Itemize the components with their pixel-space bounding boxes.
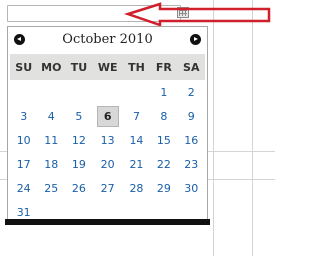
day-link[interactable]: 11 [41, 131, 61, 150]
day-cell[interactable]: 4 [37, 104, 65, 128]
annotation-arrow [123, 2, 271, 27]
next-month-icon[interactable] [190, 34, 201, 45]
day-link[interactable]: 9 [181, 107, 201, 126]
day-link[interactable]: 18 [41, 155, 61, 174]
day-link[interactable]: 23 [181, 155, 201, 174]
day-link[interactable]: 7 [126, 107, 146, 126]
day-cell [65, 80, 92, 104]
day-link[interactable]: 10 [14, 131, 34, 150]
day-link[interactable]: 22 [154, 155, 174, 174]
day-cell [37, 80, 65, 104]
day-cell[interactable]: 3 [10, 104, 37, 128]
guide-line [213, 0, 214, 256]
day-cell[interactable]: 13 [93, 128, 123, 152]
weekday-header: WE [92, 54, 123, 80]
weekday-header: SU [10, 54, 38, 80]
day-cell [123, 80, 150, 104]
day-cell[interactable]: 12 [65, 128, 92, 152]
day-cell[interactable]: 21 [123, 152, 150, 176]
weekday-header: TH [122, 54, 151, 80]
day-link[interactable]: 8 [154, 107, 174, 126]
day-cell[interactable]: 10 [10, 128, 37, 152]
day-link[interactable]: 12 [69, 131, 89, 150]
day-cell[interactable]: 27 [93, 176, 123, 200]
weekday-header: FR [150, 54, 178, 80]
day-link[interactable]: 14 [126, 131, 146, 150]
day-link[interactable]: 24 [14, 179, 34, 198]
day-cell[interactable]: 23 [178, 152, 205, 176]
calendar-grid: SU MO TU WE TH FR SA 1 2 3 4 5 6 7 8 9 10 11 12 13 14 15 16 17… [10, 54, 205, 224]
week-row: 3456789 [10, 104, 205, 128]
day-cell[interactable]: 19 [65, 152, 92, 176]
day-cell[interactable]: 22 [150, 152, 177, 176]
day-link[interactable]: 21 [126, 155, 146, 174]
day-cell[interactable]: 30 [178, 176, 205, 200]
today-day[interactable]: 6 [96, 105, 119, 127]
day-link[interactable]: 13 [98, 131, 118, 150]
day-cell [93, 80, 123, 104]
day-cell[interactable]: 15 [150, 128, 177, 152]
day-link[interactable]: 3 [14, 107, 34, 126]
day-cell[interactable]: 7 [123, 104, 150, 128]
day-cell[interactable]: 2 [178, 80, 205, 104]
footer-bar [5, 219, 210, 225]
day-cell[interactable]: 20 [93, 152, 123, 176]
day-cell[interactable]: 18 [37, 152, 65, 176]
day-link[interactable]: 27 [98, 179, 118, 198]
datepicker-header: October 2010 [10, 29, 205, 51]
datepicker: October 2010 SU MO TU WE TH FR SA 1 2 3 4 5 6 7 8 9 10 1… [7, 26, 208, 224]
day-link[interactable]: 20 [98, 155, 118, 174]
day-cell[interactable]: 16 [178, 128, 205, 152]
day-link[interactable]: 19 [69, 155, 89, 174]
weekday-header: MO [37, 54, 66, 80]
day-cell[interactable]: 6 [93, 104, 123, 128]
day-link[interactable]: 15 [154, 131, 174, 150]
weekday-header: SA [177, 54, 205, 80]
day-link[interactable]: 26 [69, 179, 89, 198]
day-cell[interactable]: 5 [65, 104, 92, 128]
day-link[interactable]: 16 [181, 131, 201, 150]
day-cell [10, 80, 37, 104]
day-cell[interactable]: 29 [150, 176, 177, 200]
day-link[interactable]: 2 [181, 83, 201, 102]
week-row: 24 25 26 27 28 29 30 [10, 176, 205, 200]
day-cell[interactable]: 24 [10, 176, 37, 200]
day-cell[interactable]: 14 [123, 128, 150, 152]
month-year-title: October 2010 [62, 32, 153, 47]
week-row: 12 [10, 80, 205, 104]
day-link[interactable]: 30 [181, 179, 201, 198]
day-cell[interactable]: 9 [178, 104, 205, 128]
day-link[interactable]: 28 [126, 179, 146, 198]
day-cell[interactable]: 8 [150, 104, 177, 128]
day-cell[interactable]: 25 [37, 176, 65, 200]
day-cell[interactable]: 28 [123, 176, 150, 200]
weekday-header: TU [65, 54, 93, 80]
day-link[interactable]: 17 [14, 155, 34, 174]
day-link[interactable]: 5 [69, 107, 89, 126]
week-row: 10 11 12 13 14 15 16 [10, 128, 205, 152]
day-link[interactable]: 29 [154, 179, 174, 198]
guide-line [252, 0, 253, 256]
day-link[interactable]: 4 [41, 107, 61, 126]
day-link[interactable]: 1 [154, 83, 174, 102]
day-link[interactable]: 25 [41, 179, 61, 198]
week-row: 17 18 19 20 21 22 23 [10, 152, 205, 176]
day-cell[interactable]: 26 [65, 176, 92, 200]
day-cell[interactable]: 1 [150, 80, 177, 104]
day-cell[interactable]: 11 [37, 128, 65, 152]
day-cell[interactable]: 17 [10, 152, 37, 176]
